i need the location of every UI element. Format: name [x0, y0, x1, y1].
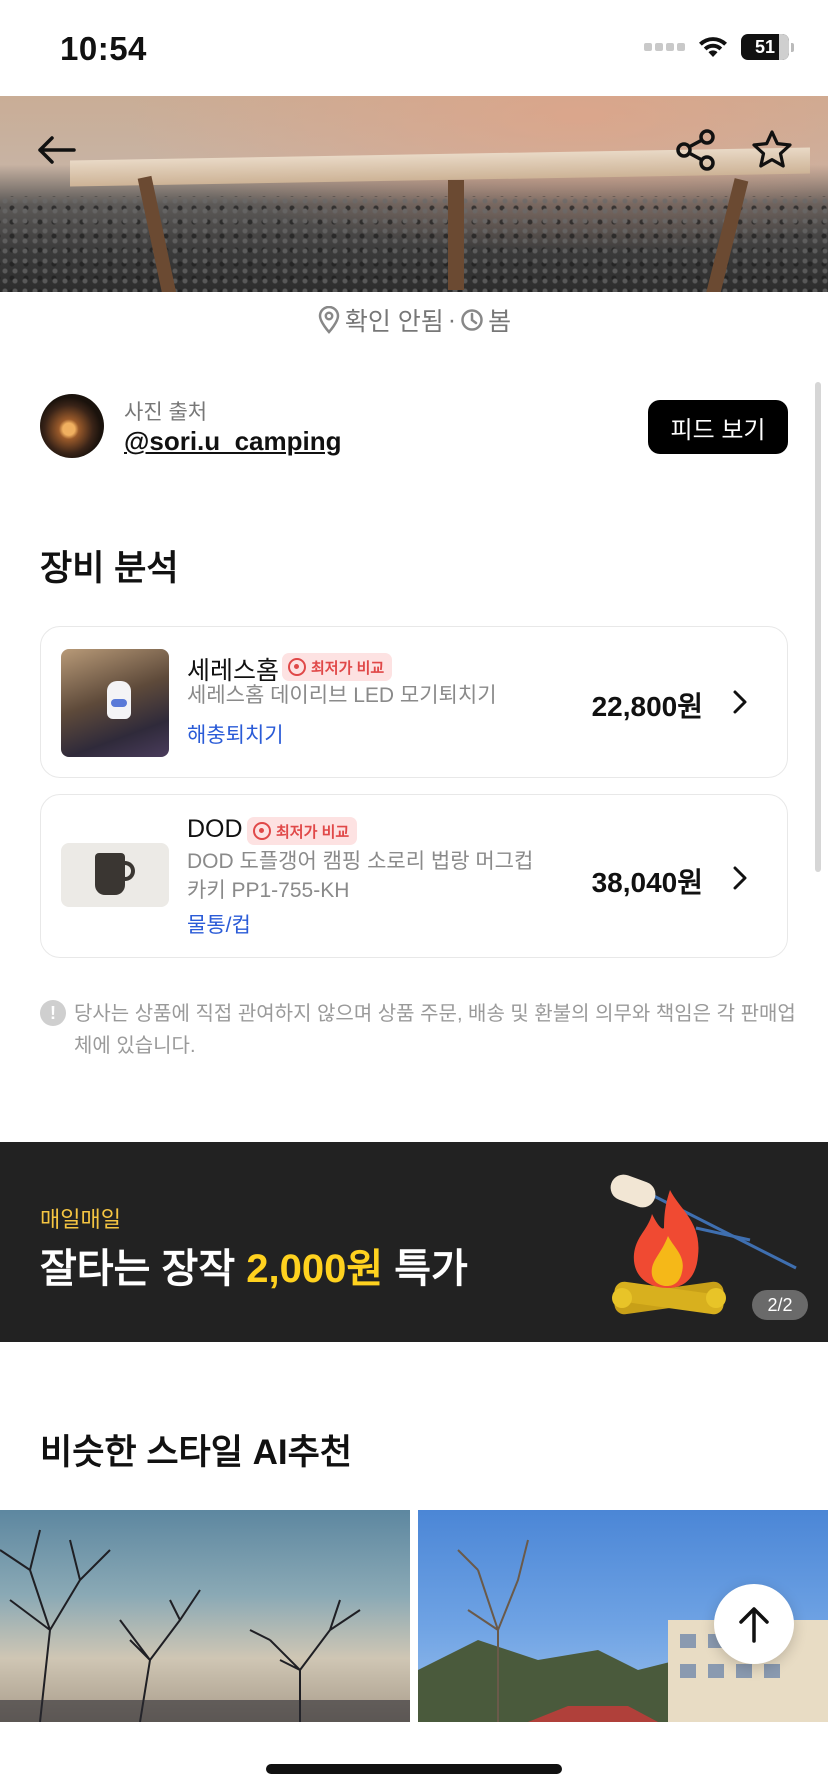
status-bar: 10:54 51	[0, 0, 828, 96]
badge-label: 최저가 비교	[311, 659, 385, 677]
product-brand: DOD	[187, 815, 243, 843]
product-name: DOD 도플갱어 캠핑 소로리 법랑 머그컵 카키 PP1-755-KH	[187, 850, 534, 902]
banner-title-highlight: 2,000원	[246, 1247, 384, 1291]
source-caption: 사진 출처	[124, 401, 208, 424]
product-category-link[interactable]: 물통/컵	[187, 909, 251, 939]
product-price: 22,800원	[591, 691, 703, 722]
lowest-price-badge[interactable]: 최저가 비교	[247, 817, 358, 845]
battery-level: 51	[754, 36, 776, 57]
price-tag-icon	[288, 658, 306, 676]
location-pin-icon	[318, 306, 340, 334]
product-thumbnail	[61, 649, 169, 757]
chevron-right-icon[interactable]	[729, 687, 751, 717]
product-category-link[interactable]: 해충퇴치기	[187, 719, 284, 749]
banner-title: 잘타는 장작 2,000원 특가	[40, 1236, 468, 1294]
gear-analysis-title: 장비 분석	[40, 549, 179, 588]
favorite-button[interactable]	[744, 122, 800, 178]
scroll-to-top-button[interactable]	[714, 1584, 794, 1664]
product-name: 세레스홈 데이리브 LED 모기퇴치기	[187, 684, 497, 707]
product-thumbnail	[61, 843, 169, 907]
product-card[interactable]: 세레스홈 최저가 비교 세레스홈 데이리브 LED 모기퇴치기 해충퇴치기 22…	[40, 626, 788, 778]
lowest-price-badge[interactable]: 최저가 비교	[282, 653, 393, 681]
wifi-icon	[699, 37, 727, 57]
disclaimer: ! 당사는 상품에 직접 관여하지 않으며 상품 주문, 배송 및 환불의 의무…	[40, 998, 800, 1062]
badge-label: 최저가 비교	[276, 823, 350, 841]
promo-banner[interactable]: 매일매일 잘타는 장작 2,000원 특가 2/2	[0, 1142, 828, 1342]
similar-photo[interactable]	[0, 1510, 410, 1722]
status-indicators: 51	[644, 34, 794, 60]
back-button[interactable]	[28, 122, 84, 178]
chevron-right-icon[interactable]	[729, 863, 751, 893]
banner-label: 매일매일	[40, 1207, 121, 1232]
share-button[interactable]	[668, 122, 724, 178]
disclaimer-text: 당사는 상품에 직접 관여하지 않으며 상품 주문, 배송 및 환불의 의무와 …	[74, 1003, 796, 1057]
cellular-signal-icon	[644, 43, 685, 51]
source-handle-link[interactable]: @sori.u_camping	[124, 426, 342, 457]
back-arrow-icon	[38, 136, 76, 164]
arrow-up-icon	[739, 1607, 769, 1643]
share-icon	[676, 129, 715, 171]
product-card[interactable]: DOD 최저가 비교 DOD 도플갱어 캠핑 소로리 법랑 머그컵 카키 PP1…	[40, 794, 788, 958]
home-indicator[interactable]	[266, 1764, 562, 1774]
battery-tip	[791, 42, 794, 52]
star-icon	[752, 130, 792, 168]
price-tag-icon	[253, 822, 271, 840]
status-time: 10:54	[60, 30, 147, 67]
clock-icon	[461, 309, 483, 331]
photo-meta: 확인 안됨 · 봄	[0, 302, 828, 338]
view-feed-button[interactable]: 피드 보기	[648, 400, 788, 454]
info-icon: !	[40, 1000, 66, 1026]
avatar[interactable]	[40, 394, 104, 458]
tree-silhouette-image	[0, 1529, 410, 1722]
season-text: 봄	[488, 308, 512, 336]
banner-title-post: 특가	[383, 1247, 468, 1291]
battery-icon: 51	[741, 34, 789, 60]
banner-title-pre: 잘타는 장작	[40, 1247, 247, 1291]
location-text: 확인 안됨	[344, 308, 444, 336]
banner-page-indicator: 2/2	[752, 1290, 808, 1320]
similar-style-title: 비슷한 스타일 AI추천	[40, 1433, 353, 1472]
meta-separator: ·	[447, 305, 457, 334]
scrollbar[interactable]	[815, 382, 821, 872]
product-price: 38,040원	[591, 867, 703, 898]
